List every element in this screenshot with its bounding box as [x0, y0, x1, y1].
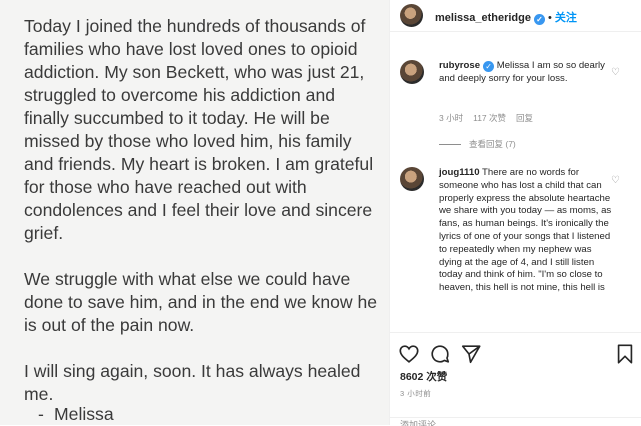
comment-text: joug1110 There are no words for someone …	[439, 167, 617, 295]
post-text: Today I joined the hundreds of thousands…	[24, 15, 382, 406]
comment-time: 3 小时	[439, 113, 464, 123]
post-timestamp: 3 小时前	[400, 389, 432, 398]
signoff-dash: -	[38, 404, 44, 424]
comments-list[interactable]: rubyrose ✓ Melissa I am so so dearly and …	[390, 32, 641, 332]
post-paragraph-3: I will sing again, soon. It has always h…	[24, 361, 361, 404]
comment-text: rubyrose ✓ Melissa I am so so dearly and …	[439, 60, 617, 86]
like-heart-icon[interactable]	[398, 343, 420, 365]
author-username[interactable]: melissa_etheridge	[435, 12, 531, 24]
view-replies-button[interactable]: 查看回复 (7)	[439, 138, 516, 150]
follow-button[interactable]: 关注	[555, 12, 577, 24]
view-replies-label[interactable]: 查看回复 (7)	[469, 139, 516, 149]
verified-badge-icon: ✓	[534, 14, 545, 25]
comment-content: There are no words for someone who has l…	[439, 167, 612, 294]
comment-meta: 3 小时 117 次赞 回复	[439, 112, 543, 124]
post-header: melissa_etheridge ✓ • 关注	[390, 0, 641, 32]
commenter-username[interactable]: rubyrose	[439, 60, 480, 71]
separator-dot: •	[548, 12, 552, 24]
author-avatar[interactable]	[400, 4, 423, 27]
post-actions: 8602 次赞 3 小时前 添加评论...	[390, 332, 641, 426]
signoff-name: Melissa	[54, 404, 114, 424]
comment-reply-button[interactable]: 回复	[516, 113, 533, 123]
author-username-row: melissa_etheridge ✓ • 关注	[435, 9, 577, 25]
verified-badge-icon: ✓	[483, 61, 495, 72]
post-paragraph-2: We struggle with what else we could have…	[24, 269, 378, 335]
comment-like-heart-icon[interactable]: ♡	[611, 68, 621, 78]
commenter-username[interactable]: joug1110	[439, 167, 480, 178]
comment-bubble-icon[interactable]	[429, 343, 451, 365]
save-bookmark-icon[interactable]	[614, 343, 636, 365]
comment-like-count[interactable]: 117 次赞	[473, 113, 506, 123]
post-image: Today I joined the hundreds of thousands…	[0, 0, 389, 425]
commenter-avatar[interactable]	[400, 60, 424, 84]
share-send-icon[interactable]	[460, 343, 482, 365]
post-signoff: - Melissa	[38, 404, 114, 425]
post-side-panel: melissa_etheridge ✓ • 关注 rubyrose ✓ Melissa …	[389, 0, 641, 426]
post-paragraph-1: Today I joined the hundreds of thousands…	[24, 16, 374, 243]
replies-divider-line	[439, 144, 461, 146]
like-count[interactable]: 8602 次赞	[400, 369, 447, 384]
commenter-avatar[interactable]	[400, 167, 424, 191]
comment-like-heart-icon[interactable]: ♡	[611, 176, 621, 186]
